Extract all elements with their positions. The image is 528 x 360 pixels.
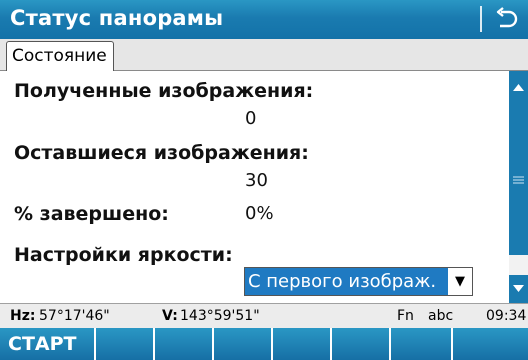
- softkey-f4[interactable]: [214, 328, 273, 360]
- start-button[interactable]: СТАРТ: [0, 328, 96, 360]
- softkey-f3[interactable]: [155, 328, 214, 360]
- v-value: 143°59'51": [180, 308, 260, 324]
- scroll-down-button[interactable]: [509, 275, 528, 303]
- clock: 09:34: [486, 308, 527, 324]
- remaining-images-value: 30: [245, 170, 268, 191]
- scrollbar[interactable]: [509, 71, 528, 303]
- percent-complete-value: 0%: [245, 203, 274, 224]
- v-label: V:: [162, 308, 178, 324]
- brightness-select[interactable]: С первого изображ. ▼: [244, 267, 473, 296]
- tab-strip: Состояние: [0, 39, 528, 71]
- received-images-value: 0: [245, 108, 257, 129]
- scroll-track[interactable]: [509, 255, 528, 275]
- status-bar: Hz: 57°17'46" V: 143°59'51" Fn abc 09:34: [0, 303, 528, 328]
- hz-label: Hz:: [10, 308, 36, 324]
- brightness-select-value[interactable]: С первого изображ.: [245, 268, 448, 295]
- softkey-f6[interactable]: [332, 328, 391, 360]
- scroll-up-button[interactable]: [509, 71, 528, 107]
- softkey-bar: СТАРТ: [0, 328, 528, 360]
- hz-value: 57°17'46": [39, 308, 110, 324]
- title-bar: Статус панорамы: [0, 0, 528, 39]
- input-mode-indicator: abc: [428, 308, 454, 324]
- received-images-label: Полученные изображения:: [14, 80, 314, 102]
- remaining-images-label: Оставшиеся изображения:: [14, 142, 309, 164]
- softkey-f5[interactable]: [273, 328, 332, 360]
- softkey-f7[interactable]: [391, 328, 453, 360]
- fn-indicator: Fn: [397, 308, 414, 324]
- brightness-settings-label: Настройки яркости:: [14, 244, 233, 266]
- return-arrow-icon[interactable]: [492, 5, 520, 33]
- tab-state[interactable]: Состояние: [6, 41, 114, 71]
- panorama-status-panel: Полученные изображения: 0 Оставшиеся изо…: [0, 71, 509, 303]
- scroll-up-icon: [513, 84, 524, 91]
- page-title: Статус панорамы: [10, 6, 224, 30]
- percent-complete-label: % завершено:: [14, 203, 169, 225]
- title-separator: [480, 6, 482, 32]
- dropdown-arrow-icon[interactable]: ▼: [448, 268, 472, 295]
- scroll-thumb[interactable]: [509, 107, 528, 255]
- softkey-f2[interactable]: [96, 328, 155, 360]
- scroll-down-icon: [513, 285, 524, 292]
- grip-icon: [513, 176, 524, 184]
